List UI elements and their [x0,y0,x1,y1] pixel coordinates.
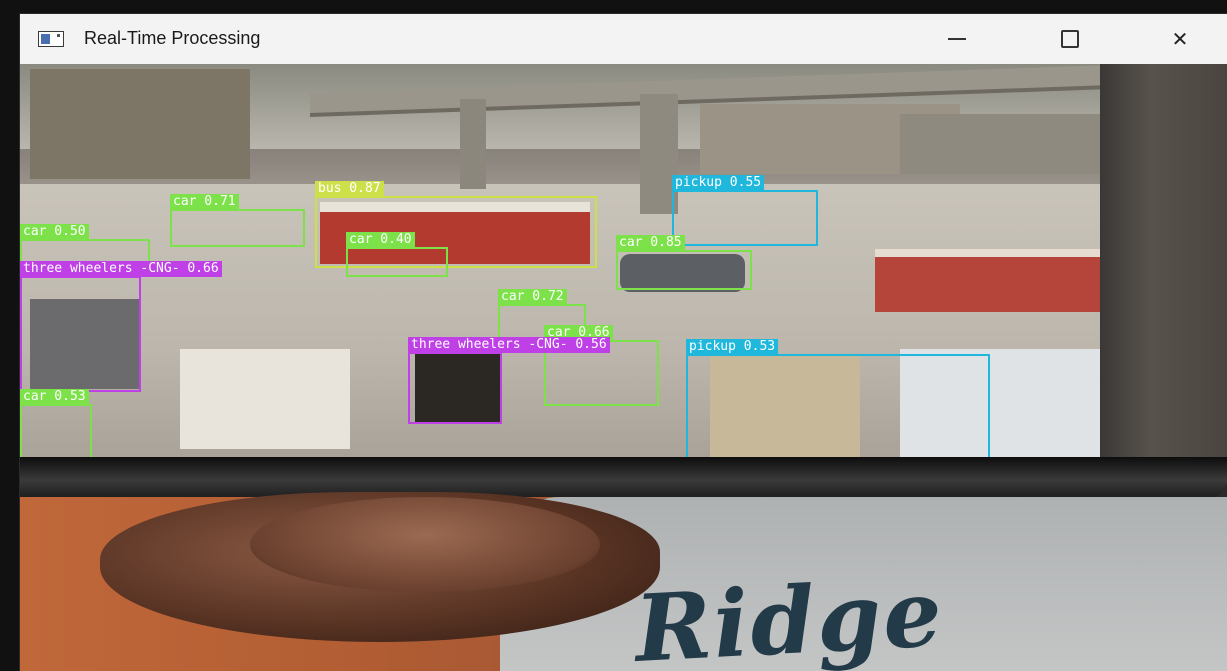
maximize-button[interactable] [1041,14,1099,64]
detection-label: car 0.71 [170,194,239,210]
detection-label: pickup 0.53 [686,339,779,355]
window-title: Real-Time Processing [84,28,261,48]
camera-background: Ridge [20,492,1227,671]
thumb [250,497,600,592]
maximize-icon [1061,30,1079,48]
close-icon: ✕ [1171,27,1189,51]
phone-bezel [20,457,1227,499]
detection-box: pickup 0.53 [686,339,990,459]
detection-label: three wheelers -CNG- 0.66 [20,261,222,277]
detection-box: three wheelers -CNG- 0.66 [20,261,222,392]
minimize-icon [948,38,966,40]
detection-box: car 0.40 [346,232,448,277]
detection-box: pickup 0.55 [672,175,818,246]
minimize-button[interactable] [928,14,986,64]
app-window: Real-Time Processing ✕ car 0.71 bus 0.87… [20,14,1227,671]
phone-screen-traffic-scene: car 0.71 bus 0.87 pickup 0.55 car 0.50 c… [20,64,1227,484]
shirt-print: Ridge [632,558,947,671]
detection-label: car 0.72 [498,289,567,305]
detection-box: car 0.85 [616,235,752,290]
detection-label: car 0.50 [20,224,89,240]
detection-box: car 0.53 [20,389,92,459]
title-bar[interactable]: Real-Time Processing ✕ [20,14,1227,65]
detection-label: pickup 0.55 [672,175,765,191]
close-button[interactable]: ✕ [1151,14,1209,64]
detection-label: car 0.40 [346,232,415,248]
detection-box: car 0.71 [170,194,305,247]
app-window-icon [38,31,64,47]
detection-label: car 0.85 [616,235,685,251]
video-frame: car 0.71 bus 0.87 pickup 0.55 car 0.50 c… [20,64,1227,671]
detection-label: bus 0.87 [315,181,384,197]
detection-box: three wheelers -CNG- 0.56 [408,337,610,424]
detection-label: three wheelers -CNG- 0.56 [408,337,610,353]
detection-label: car 0.53 [20,389,89,405]
